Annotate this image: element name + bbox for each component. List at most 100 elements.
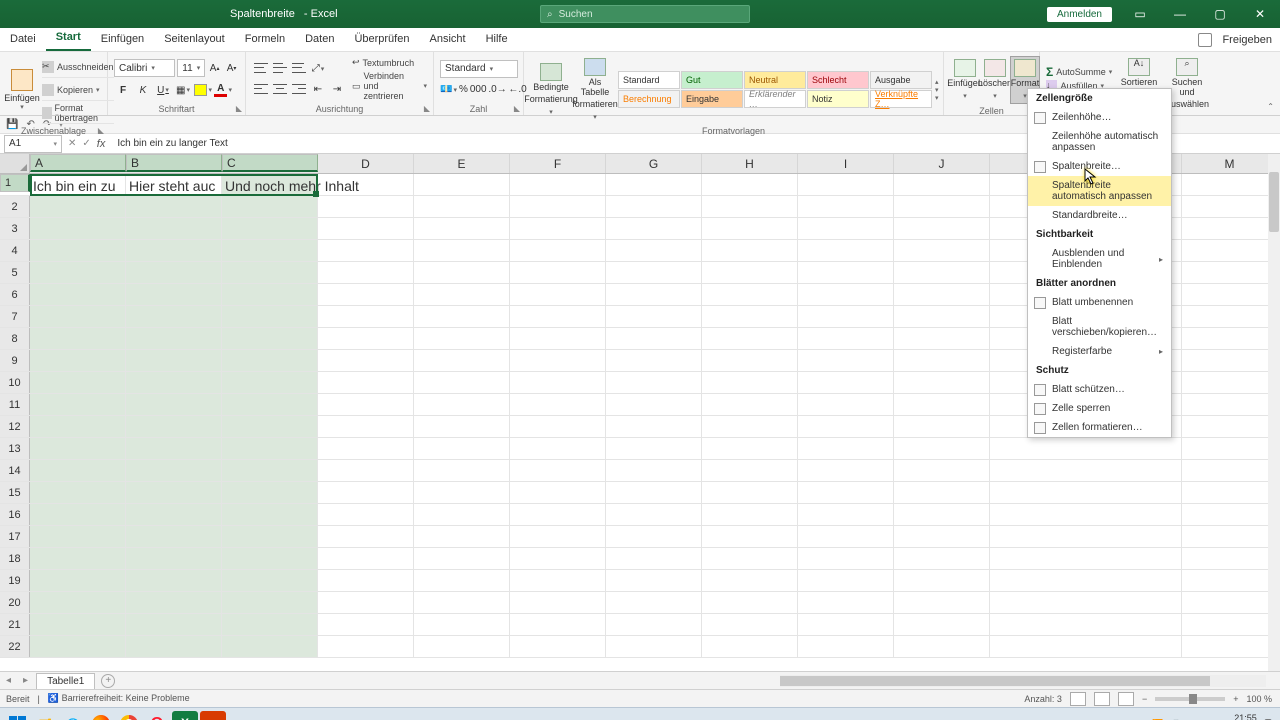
ribbon-mode-icon[interactable]: ▭ bbox=[1120, 0, 1160, 28]
start-button[interactable] bbox=[4, 711, 30, 720]
cell[interactable] bbox=[1182, 636, 1278, 657]
cell[interactable] bbox=[414, 636, 510, 657]
cell[interactable] bbox=[990, 460, 1182, 481]
col-header-A[interactable]: A bbox=[30, 154, 126, 172]
status-accessibility[interactable]: ♿ Barrierefreiheit: Keine Probleme bbox=[48, 693, 190, 704]
cell[interactable] bbox=[606, 460, 702, 481]
cell[interactable] bbox=[1182, 460, 1278, 481]
row-header[interactable]: 12 bbox=[0, 416, 30, 437]
align-left-button[interactable] bbox=[252, 81, 270, 97]
cell[interactable] bbox=[798, 548, 894, 569]
cell[interactable] bbox=[1182, 372, 1278, 393]
col-header-H[interactable]: H bbox=[702, 154, 798, 173]
cell[interactable] bbox=[798, 174, 894, 195]
cell[interactable] bbox=[702, 196, 798, 217]
cell[interactable] bbox=[606, 614, 702, 635]
cell[interactable] bbox=[990, 438, 1182, 459]
maximize-button[interactable]: ▢ bbox=[1200, 0, 1240, 28]
cell[interactable] bbox=[414, 614, 510, 635]
grow-font-button[interactable]: A▴ bbox=[207, 59, 222, 77]
row-header[interactable]: 14 bbox=[0, 460, 30, 481]
cell[interactable] bbox=[990, 636, 1182, 657]
font-size-select[interactable]: 11 bbox=[177, 59, 205, 77]
row-header[interactable]: 1 bbox=[0, 174, 30, 192]
cell[interactable] bbox=[30, 306, 126, 327]
sheet-tab[interactable]: Tabelle1 bbox=[36, 673, 95, 689]
cell[interactable] bbox=[798, 438, 894, 459]
name-box[interactable]: A1▾ bbox=[4, 135, 62, 153]
cell[interactable] bbox=[510, 262, 606, 283]
cell[interactable] bbox=[1182, 614, 1278, 635]
confirm-edit-icon[interactable]: ✓ bbox=[82, 138, 90, 149]
cell[interactable] bbox=[30, 460, 126, 481]
horizontal-scrollbar[interactable] bbox=[780, 675, 1266, 687]
cell[interactable] bbox=[606, 218, 702, 239]
cell[interactable] bbox=[894, 548, 990, 569]
cell[interactable] bbox=[126, 636, 222, 657]
cell[interactable] bbox=[606, 372, 702, 393]
format-as-table-button[interactable]: Als Tabelleformatieren bbox=[574, 56, 616, 124]
menu-protect-sheet[interactable]: Blatt schützen… bbox=[1028, 380, 1171, 399]
cell[interactable] bbox=[318, 636, 414, 657]
cell[interactable] bbox=[222, 438, 318, 459]
cell[interactable] bbox=[894, 526, 990, 547]
cell[interactable] bbox=[606, 592, 702, 613]
cell[interactable] bbox=[414, 394, 510, 415]
merge-center-button[interactable]: ▭Verbinden und zentrieren▾ bbox=[352, 71, 427, 101]
view-pagebreak-button[interactable] bbox=[1118, 692, 1134, 706]
style-neutral[interactable]: Neutral bbox=[744, 71, 806, 89]
style-standard[interactable]: Standard bbox=[618, 71, 680, 89]
cell[interactable] bbox=[894, 394, 990, 415]
cell[interactable] bbox=[414, 416, 510, 437]
cancel-edit-icon[interactable]: ✕ bbox=[68, 138, 76, 149]
cell[interactable] bbox=[318, 570, 414, 591]
menu-move-copy[interactable]: Blatt verschieben/kopieren… bbox=[1028, 312, 1171, 342]
cell[interactable] bbox=[126, 504, 222, 525]
cell[interactable] bbox=[1182, 526, 1278, 547]
cell[interactable] bbox=[606, 240, 702, 261]
cell[interactable] bbox=[30, 482, 126, 503]
col-header-J[interactable]: J bbox=[894, 154, 990, 173]
row-header[interactable]: 3 bbox=[0, 218, 30, 239]
cell[interactable] bbox=[990, 614, 1182, 635]
cell[interactable] bbox=[30, 570, 126, 591]
cell[interactable] bbox=[606, 350, 702, 371]
cell[interactable]: Hier steht auc bbox=[126, 174, 222, 195]
cell[interactable] bbox=[1182, 306, 1278, 327]
col-header-F[interactable]: F bbox=[510, 154, 606, 173]
cell[interactable] bbox=[1182, 174, 1278, 195]
cell[interactable] bbox=[126, 328, 222, 349]
cell[interactable] bbox=[1182, 394, 1278, 415]
cell[interactable] bbox=[990, 548, 1182, 569]
cell[interactable] bbox=[30, 240, 126, 261]
cell[interactable] bbox=[702, 350, 798, 371]
cell[interactable] bbox=[222, 570, 318, 591]
cell[interactable] bbox=[30, 372, 126, 393]
cell[interactable] bbox=[894, 504, 990, 525]
search-box[interactable]: ⌕ Suchen bbox=[540, 5, 750, 23]
row-header[interactable]: 2 bbox=[0, 196, 30, 217]
cell[interactable] bbox=[606, 438, 702, 459]
zoom-level[interactable]: 100 % bbox=[1246, 694, 1272, 704]
font-name-select[interactable]: Calibri bbox=[114, 59, 175, 77]
row-header[interactable]: 21 bbox=[0, 614, 30, 635]
cell[interactable] bbox=[798, 350, 894, 371]
cell[interactable] bbox=[414, 526, 510, 547]
cell[interactable] bbox=[606, 548, 702, 569]
tab-einfuegen[interactable]: Einfügen bbox=[91, 29, 154, 51]
tab-formeln[interactable]: Formeln bbox=[235, 29, 295, 51]
cell[interactable] bbox=[222, 592, 318, 613]
cell[interactable] bbox=[510, 174, 606, 195]
col-header-D[interactable]: D bbox=[318, 154, 414, 173]
cell[interactable] bbox=[222, 306, 318, 327]
excel-taskbar-icon[interactable]: X bbox=[172, 711, 198, 720]
cell[interactable] bbox=[990, 526, 1182, 547]
chrome-icon[interactable] bbox=[116, 711, 142, 720]
cell[interactable] bbox=[510, 636, 606, 657]
cell[interactable] bbox=[606, 636, 702, 657]
accounting-button[interactable]: 💶 bbox=[440, 81, 457, 99]
cell[interactable] bbox=[702, 174, 798, 195]
minimize-button[interactable]: — bbox=[1160, 0, 1200, 28]
bold-button[interactable]: F bbox=[114, 81, 132, 99]
autosum-button[interactable]: ΣAutoSumme▾ bbox=[1046, 65, 1104, 79]
